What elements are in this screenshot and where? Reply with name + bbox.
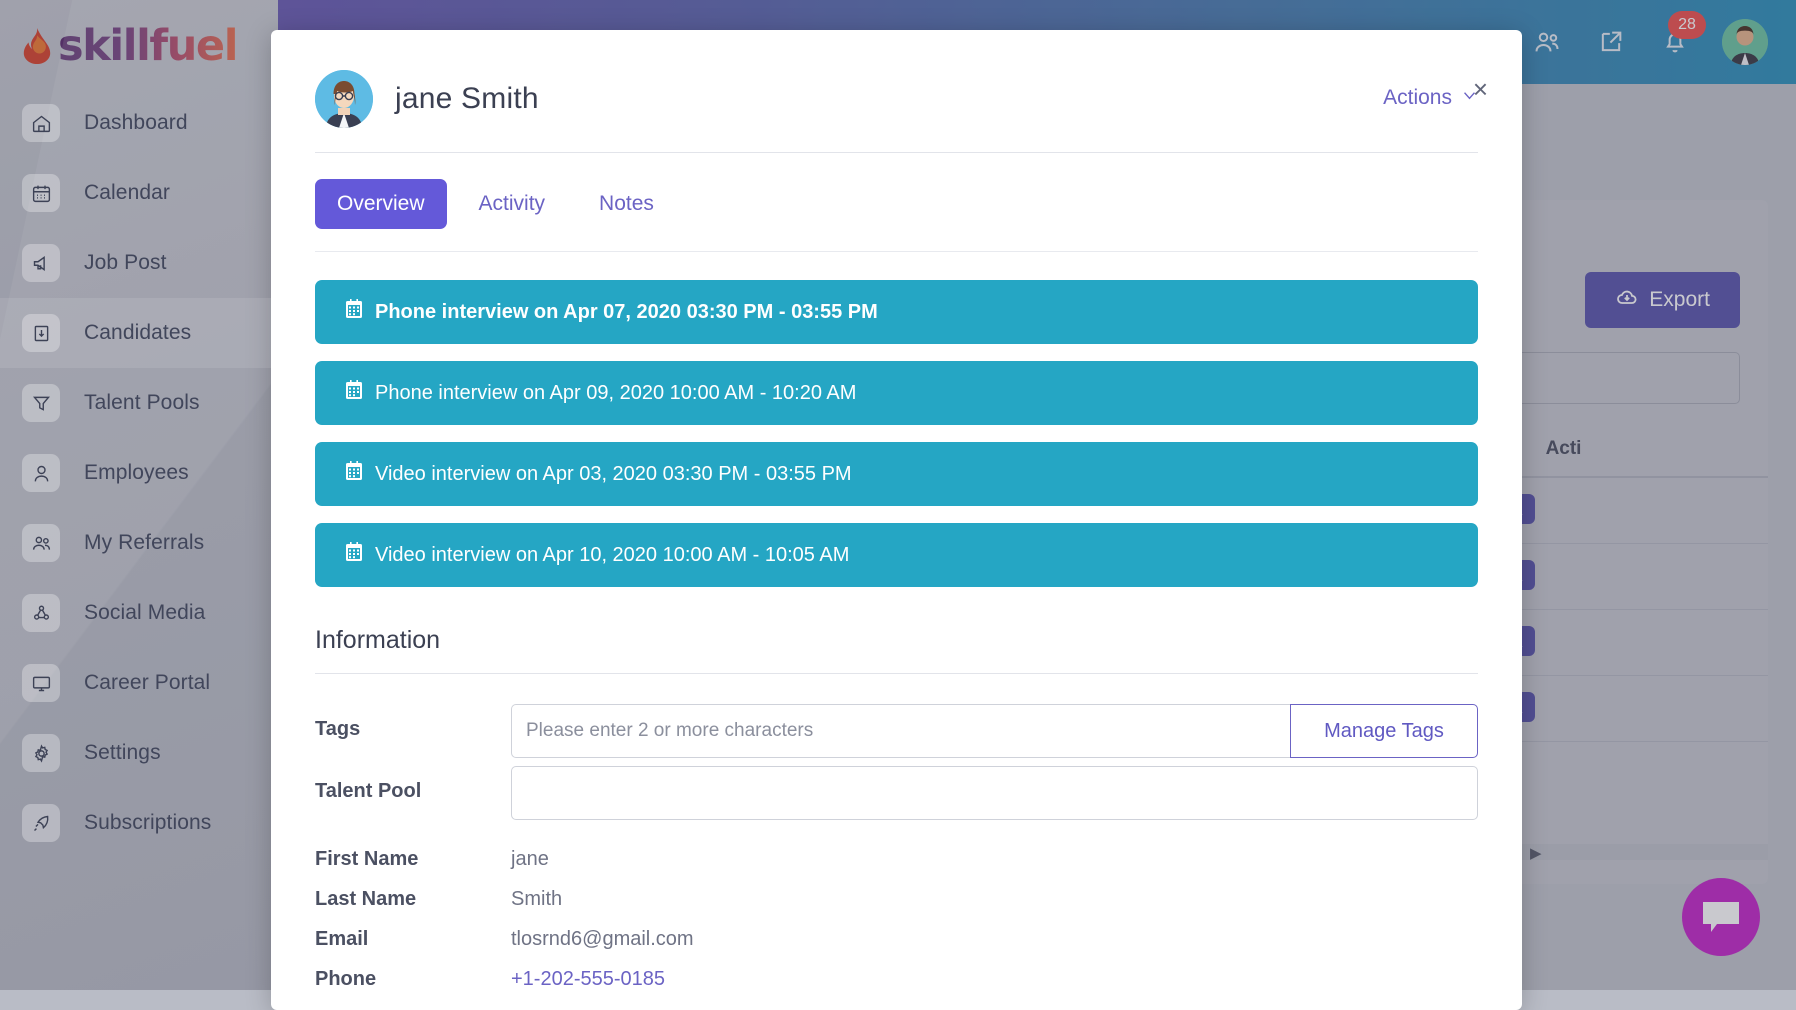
field-value: jane <box>511 848 549 871</box>
sidebar-item-my-referrals[interactable]: My Referrals <box>0 508 278 578</box>
tags-row: Tags Please enter 2 or more characters M… <box>315 704 1478 758</box>
calendar-note-icon <box>345 461 363 487</box>
sidebar-item-social-media[interactable]: Social Media <box>0 578 278 648</box>
sidebar-item-label: Subscriptions <box>84 811 211 835</box>
field-first-name: First Name jane <box>315 842 1478 876</box>
talent-pool-row: Talent Pool <box>315 766 1478 820</box>
interview-label: Phone interview on Apr 09, 2020 10:00 AM… <box>375 382 856 405</box>
interview-label: Phone interview on Apr 07, 2020 03:30 PM… <box>375 301 878 324</box>
manage-tags-button[interactable]: Manage Tags <box>1290 704 1478 758</box>
sidebar-item-job-post[interactable]: Job Post <box>0 228 278 298</box>
modal-header: jane Smith Actions <box>271 30 1522 128</box>
monitor-icon <box>22 664 60 702</box>
actions-label: Actions <box>1383 86 1452 110</box>
field-value[interactable]: +1-202-555-0185 <box>511 968 665 991</box>
sidebar-item-label: Job Post <box>84 251 167 275</box>
tab-notes[interactable]: Notes <box>577 179 676 229</box>
tags-input[interactable]: Please enter 2 or more characters <box>511 704 1290 758</box>
app-root: skillfuel Dashboard Calendar J <box>0 0 1796 990</box>
calendar-note-icon <box>345 542 363 568</box>
sidebar-item-label: My Referrals <box>84 531 204 555</box>
sidebar-item-subscriptions[interactable]: Subscriptions <box>0 788 278 858</box>
gear-icon <box>22 734 60 772</box>
sidebar: skillfuel Dashboard Calendar J <box>0 0 278 990</box>
sidebar-item-calendar[interactable]: Calendar <box>0 158 278 228</box>
sidebar-item-label: Candidates <box>84 321 191 345</box>
sidebar-item-label: Social Media <box>84 601 205 625</box>
field-value: Smith <box>511 888 562 911</box>
sidebar-item-candidates[interactable]: Candidates <box>0 298 278 368</box>
calendar-note-icon <box>345 380 363 406</box>
interview-list: Phone interview on Apr 07, 2020 03:30 PM… <box>271 252 1522 587</box>
sidebar-item-label: Talent Pools <box>84 391 200 415</box>
sidebar-item-settings[interactable]: Settings <box>0 718 278 788</box>
users-icon <box>22 524 60 562</box>
interview-banner[interactable]: Phone interview on Apr 09, 2020 10:00 AM… <box>315 361 1478 425</box>
interview-label: Video interview on Apr 03, 2020 03:30 PM… <box>375 463 852 486</box>
tags-placeholder: Please enter 2 or more characters <box>512 720 813 742</box>
field-phone: Phone +1-202-555-0185 <box>315 962 1478 996</box>
home-icon <box>22 104 60 142</box>
sidebar-item-dashboard[interactable]: Dashboard <box>0 88 278 158</box>
close-icon[interactable]: × <box>1473 76 1488 102</box>
sidebar-item-talent-pools[interactable]: Talent Pools <box>0 368 278 438</box>
calendar-note-icon <box>345 299 363 325</box>
rocket-icon <box>22 804 60 842</box>
tags-label: Tags <box>315 704 511 741</box>
field-label: First Name <box>315 848 511 871</box>
sidebar-item-employees[interactable]: Employees <box>0 438 278 508</box>
field-label: Last Name <box>315 888 511 911</box>
information-form: Tags Please enter 2 or more characters M… <box>271 674 1522 996</box>
interview-banner[interactable]: Phone interview on Apr 07, 2020 03:30 PM… <box>315 280 1478 344</box>
interview-banner[interactable]: Video interview on Apr 10, 2020 10:00 AM… <box>315 523 1478 587</box>
candidate-avatar <box>315 70 373 128</box>
candidate-detail-modal: × jane Smith Actions <box>271 30 1522 1010</box>
sidebar-item-label: Employees <box>84 461 189 485</box>
field-last-name: Last Name Smith <box>315 882 1478 916</box>
field-label: Phone <box>315 968 511 991</box>
sidebar-item-career-portal[interactable]: Career Portal <box>0 648 278 718</box>
sidebar-item-label: Dashboard <box>84 111 188 135</box>
sidebar-item-label: Calendar <box>84 181 170 205</box>
calendar-icon <box>22 174 60 212</box>
share-nodes-icon <box>22 594 60 632</box>
sidebar-item-label: Settings <box>84 741 161 765</box>
megaphone-icon <box>22 244 60 282</box>
talent-pool-label: Talent Pool <box>315 766 511 803</box>
user-icon <box>22 454 60 492</box>
field-email: Email tlosrnd6@gmail.com <box>315 922 1478 956</box>
sidebar-nav: Dashboard Calendar Job Post Candi <box>0 88 278 858</box>
tab-overview[interactable]: Overview <box>315 179 447 229</box>
actions-dropdown[interactable]: Actions <box>1383 70 1478 110</box>
information-section-title: Information <box>271 604 1522 655</box>
funnel-icon <box>22 384 60 422</box>
field-value: tlosrnd6@gmail.com <box>511 928 694 951</box>
modal-tabs: Overview Activity Notes <box>271 153 1522 229</box>
page-title: jane Smith <box>395 70 539 128</box>
interview-banner[interactable]: Video interview on Apr 03, 2020 03:30 PM… <box>315 442 1478 506</box>
interview-label: Video interview on Apr 10, 2020 10:00 AM… <box>375 544 849 567</box>
field-label: Email <box>315 928 511 951</box>
sidebar-item-label: Career Portal <box>84 671 210 695</box>
talent-pool-input[interactable] <box>511 766 1478 820</box>
candidate-icon <box>22 314 60 352</box>
tab-activity[interactable]: Activity <box>457 179 568 229</box>
